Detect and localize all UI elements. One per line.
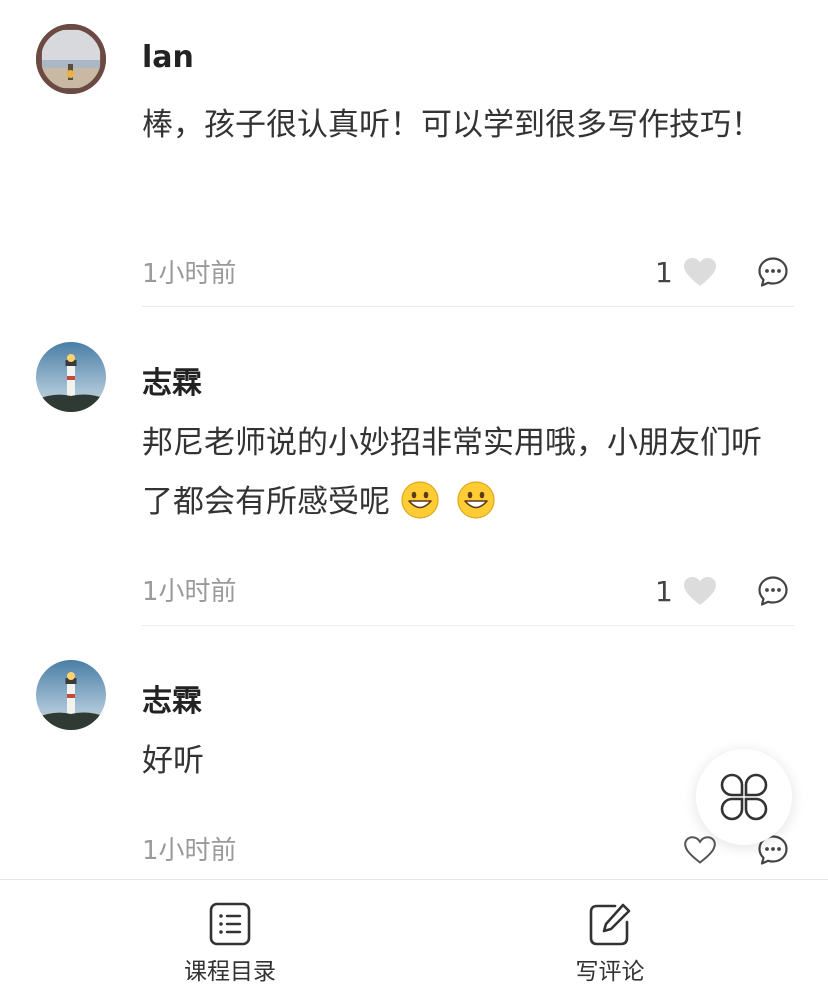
comment-text: 好听 xyxy=(142,743,204,779)
write-comment-label: 写评论 xyxy=(575,959,645,985)
course-catalog-label: 课程目录 xyxy=(184,959,276,985)
comment-feed: lan 棒，孩子很认真听！可以学到很多写作技巧！ 1小时前 1 志霖 邦尼老师说… xyxy=(0,0,828,880)
comment-time: 1小时前 xyxy=(142,836,237,866)
write-comment-button[interactable]: 写评论 xyxy=(510,880,710,1000)
edit-pen-icon xyxy=(589,903,631,946)
comment-item: 志霖 好听 1小时前 xyxy=(0,0,828,880)
avatar[interactable] xyxy=(36,660,106,730)
username[interactable]: 志霖 xyxy=(142,676,202,720)
floating-menu-button[interactable] xyxy=(696,749,792,845)
heart-icon[interactable] xyxy=(683,835,717,865)
course-catalog-button[interactable]: 课程目录 xyxy=(130,880,330,1000)
list-document-icon xyxy=(209,902,251,946)
bottom-action-bar: 课程目录 写评论 xyxy=(0,879,828,1000)
four-petal-grid-icon xyxy=(720,773,768,821)
